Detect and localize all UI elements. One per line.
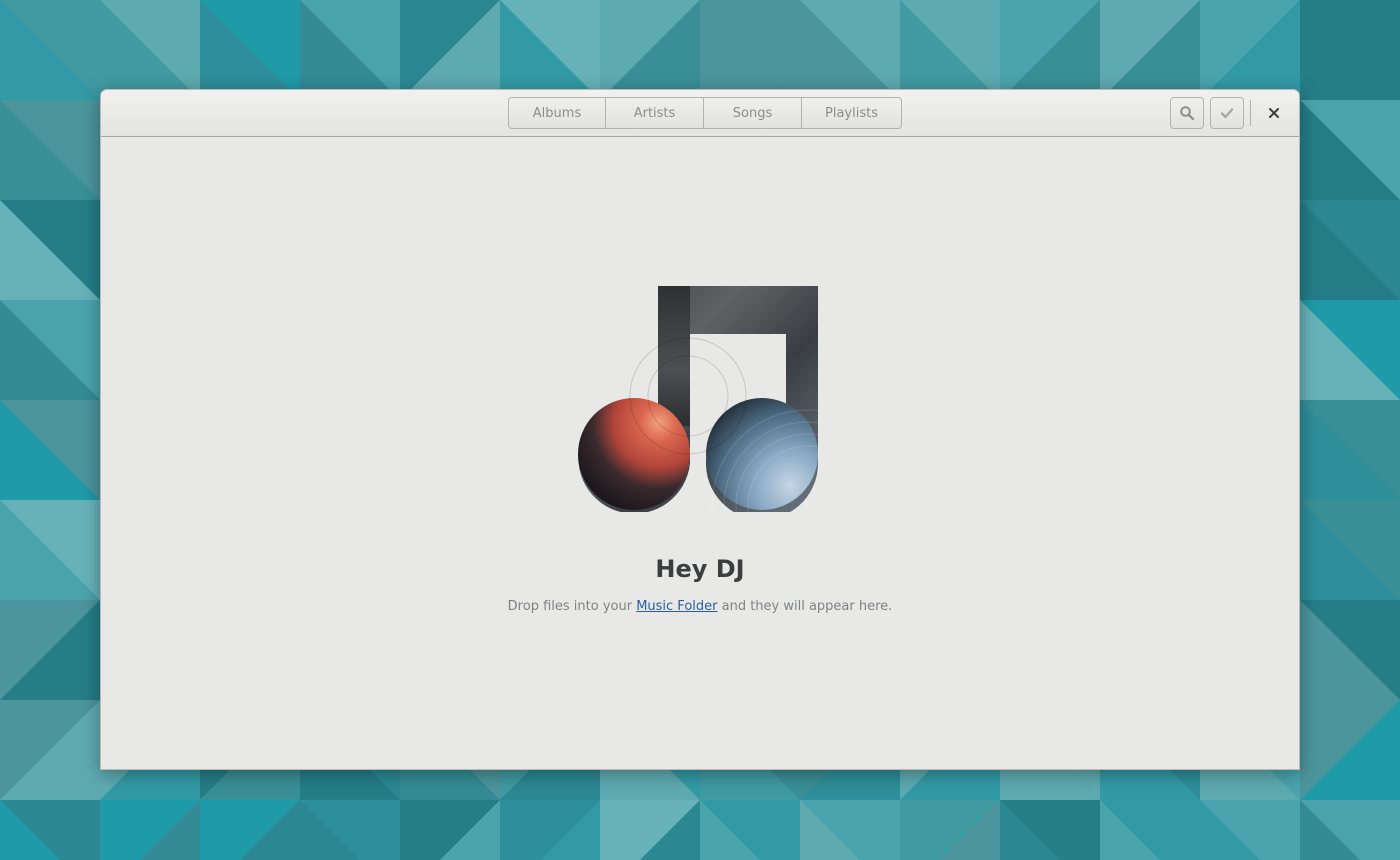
select-button[interactable]	[1210, 97, 1244, 129]
description-text-after: and they will appear here.	[717, 599, 893, 614]
close-icon	[1269, 108, 1279, 118]
header-bar: Albums Artists Songs Playlists	[101, 90, 1299, 137]
tab-songs[interactable]: Songs	[704, 97, 802, 129]
music-app-window: Albums Artists Songs Playlists Hey DJ Dr…	[100, 89, 1300, 770]
tab-artists[interactable]: Artists	[606, 97, 704, 129]
search-button[interactable]	[1170, 97, 1204, 129]
close-button[interactable]	[1260, 99, 1288, 127]
music-folder-link[interactable]: Music Folder	[636, 599, 717, 614]
tab-albums[interactable]: Albums	[508, 97, 606, 129]
checkmark-icon	[1220, 108, 1234, 119]
search-icon	[1180, 106, 1195, 121]
view-switcher: Albums Artists Songs Playlists	[508, 97, 902, 129]
empty-state-description: Drop files into your Music Folder and th…	[101, 599, 1299, 614]
tab-playlists[interactable]: Playlists	[802, 97, 902, 129]
empty-state: Hey DJ Drop files into your Music Folder…	[101, 137, 1299, 769]
header-separator	[1250, 100, 1251, 126]
description-text-before: Drop files into your	[507, 599, 637, 614]
empty-state-title: Hey DJ	[655, 555, 745, 583]
music-note-icon	[578, 286, 820, 512]
